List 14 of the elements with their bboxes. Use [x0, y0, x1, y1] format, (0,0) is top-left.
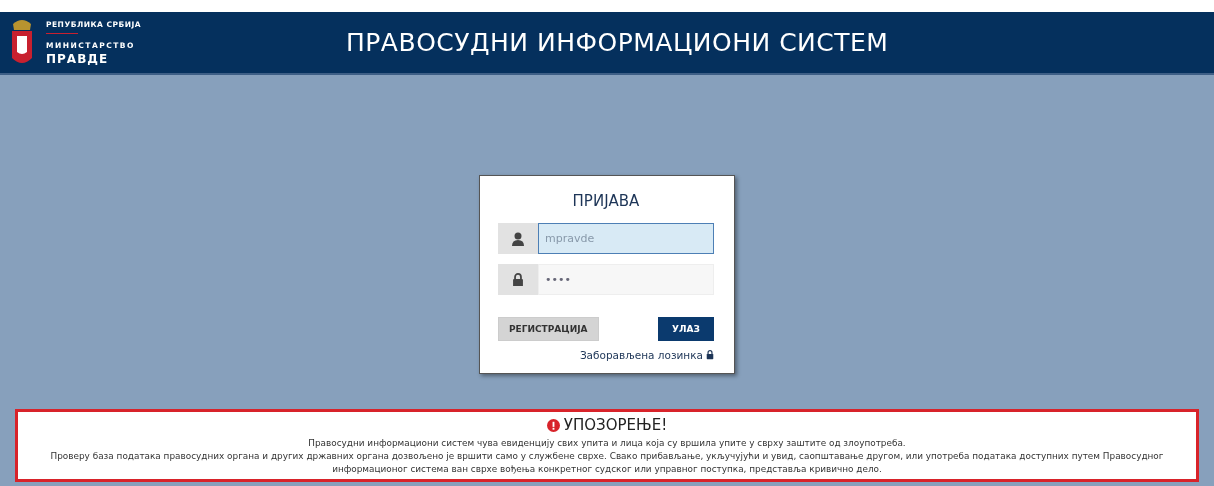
warning-text: Правосудни информациони систем чува евиденцију свих упита и лица која су вршила упите у сврху заштите од злоупотреба. — [308, 437, 906, 450]
register-button[interactable]: РЕГИСТРАЦИЈА — [498, 317, 599, 341]
ministry-name: ПРАВДЕ — [46, 51, 110, 66]
warning-title: УПОЗОРЕЊЕ! — [563, 416, 668, 434]
warning-text: Проверу база података правосудних органа и других државних органа дозвољено је вршити само у службене сврхе. Свако прибављање, укључујући и увид, саопштавање другом, или употреба података доступних путем Правосудног информационог система ван сврхе вођења конкретног судског или управног поступка, представља кривично дело. — [49, 450, 1165, 476]
forgot-password-link[interactable]: Заборављена лозинка — [579, 349, 714, 361]
login-button[interactable]: УЛАЗ — [658, 317, 714, 341]
lock-icon — [512, 272, 524, 287]
login-title: ПРИЈАВА — [571, 192, 641, 210]
password-field[interactable]: •••• — [538, 264, 714, 295]
exclamation-icon — [546, 418, 560, 432]
page-title: ПРАВОСУДНИ ИНФОРМАЦИОНИ СИСТЕМ — [346, 28, 889, 57]
user-icon — [512, 231, 524, 246]
lock-icon — [706, 350, 714, 360]
